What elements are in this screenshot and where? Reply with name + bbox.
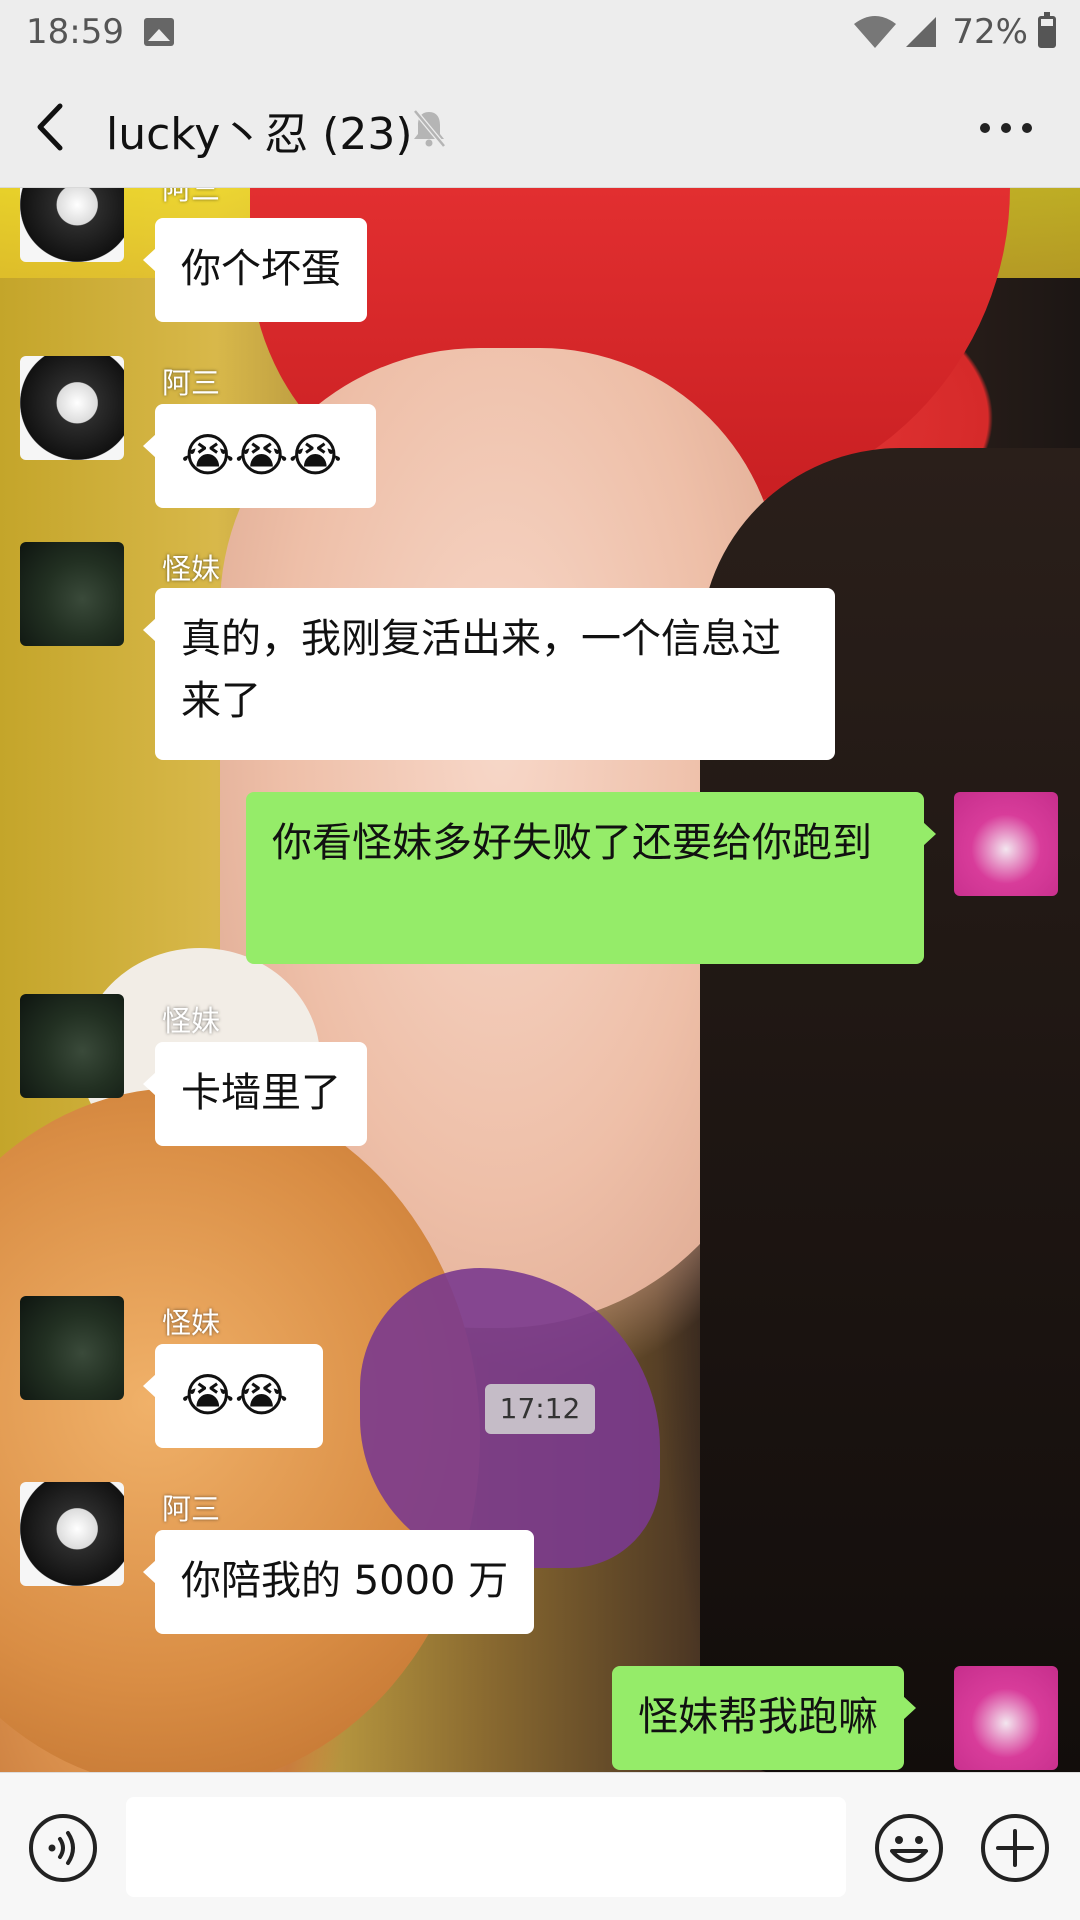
message-list[interactable]: 阿三 你个坏蛋 阿三 😭😭😭 怪妹 真的，我刚复活出来，一个信息过来了 你看怪妹… (0, 188, 1080, 1772)
battery-icon (1038, 12, 1056, 48)
message-bubble[interactable]: 😭😭😭 (142, 404, 377, 508)
avatar[interactable] (20, 542, 124, 646)
chevron-left-icon[interactable] (30, 100, 70, 154)
avatar[interactable] (954, 1666, 1058, 1770)
sender-name: 阿三 (162, 1492, 221, 1526)
avatar[interactable] (20, 994, 124, 1098)
chat-title: lucky丶忍 (23) (106, 109, 413, 160)
more-dots-icon[interactable] (980, 116, 1032, 140)
dot (1022, 123, 1032, 133)
photo-notification-icon (144, 18, 174, 46)
message-bubble[interactable]: 怪妹帮我跑嘛 (612, 1666, 916, 1770)
avatar[interactable] (954, 792, 1058, 896)
message-bubble[interactable]: 你陪我的 5000 万 (142, 1530, 535, 1634)
sender-name: 阿三 (162, 188, 221, 206)
wifi-icon (854, 16, 897, 48)
dot (1001, 123, 1011, 133)
message-bubble[interactable]: 真的，我刚复活出来，一个信息过来了 (143, 588, 835, 760)
chat-header: lucky丶忍 (23) (0, 66, 1080, 188)
sender-name: 怪妹 (162, 1306, 221, 1340)
message-text: 😭😭😭 (181, 428, 343, 482)
message-text: 😭😭 (181, 1368, 289, 1422)
message-text: 你陪我的 5000 万 (181, 1558, 509, 1604)
cell-signal-icon (906, 17, 937, 47)
message-text: 你个坏蛋 (181, 246, 341, 292)
status-time: 18:59 (26, 12, 124, 52)
message-bubble[interactable]: 你个坏蛋 (143, 218, 367, 322)
sender-name: 怪妹 (162, 1004, 221, 1038)
avatar[interactable] (20, 1296, 124, 1400)
status-right-group: 72% (852, 12, 1056, 52)
message-bubble[interactable]: 你看怪妹多好失败了还要给你跑到 (246, 792, 936, 964)
status-bar: 18:59 72% (0, 0, 1080, 66)
voice-icon[interactable] (28, 1813, 98, 1883)
message-text: 怪妹帮我跑嘛 (638, 1694, 878, 1740)
dot (980, 123, 990, 133)
message-text: 卡墙里了 (181, 1070, 341, 1116)
plus-icon[interactable] (980, 1813, 1050, 1883)
battery-percent: 72% (952, 12, 1028, 52)
input-bar (0, 1772, 1080, 1920)
time-divider: 17:12 (485, 1384, 595, 1434)
sender-name: 怪妹 (162, 552, 221, 586)
message-input[interactable] (126, 1797, 846, 1897)
avatar[interactable] (20, 188, 124, 262)
emoji-icon[interactable] (874, 1813, 944, 1883)
avatar[interactable] (20, 1482, 124, 1586)
bell-off-icon (413, 109, 446, 148)
wechat-group-chat-screen: 18:59 72% lucky丶忍 (23) 阿三 你个坏蛋 阿三 😭😭😭 怪妹… (0, 0, 1080, 1920)
avatar[interactable] (20, 356, 124, 460)
sender-name: 阿三 (162, 366, 221, 400)
message-text: 真的，我刚复活出来，一个信息过来了 (181, 616, 781, 724)
message-bubble[interactable]: 卡墙里了 (143, 1042, 367, 1146)
message-bubble[interactable]: 😭😭 (143, 1344, 323, 1448)
message-text: 你看怪妹多好失败了还要给你跑到 (272, 820, 872, 866)
